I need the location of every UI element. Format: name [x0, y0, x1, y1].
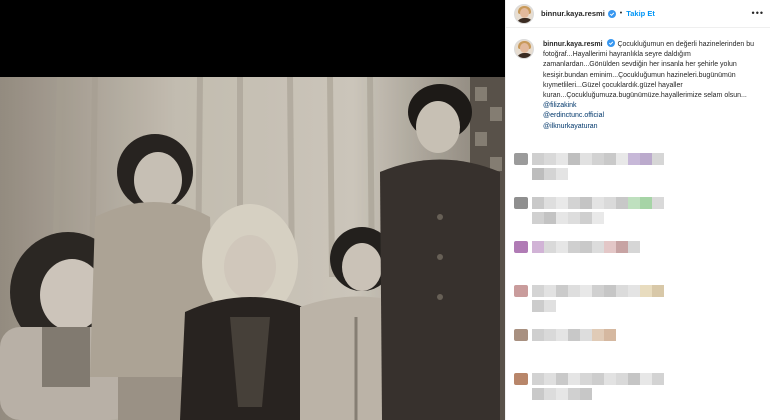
caption-author-avatar[interactable]	[514, 39, 534, 59]
caption-verified-badge-icon	[607, 39, 616, 47]
verified-badge-icon	[607, 9, 616, 18]
caption-username[interactable]: binnur.kaya.resmi	[543, 41, 603, 48]
comment-text-pixelated	[532, 150, 664, 180]
post-photo	[0, 77, 505, 420]
comment-item	[506, 282, 770, 326]
mention-link[interactable]: @erdinctunc.official	[543, 111, 762, 121]
mention-link[interactable]: @filizakink	[543, 101, 762, 111]
comment-avatar[interactable]	[514, 241, 528, 253]
comment-item	[506, 238, 770, 282]
caption-text: Çocukluğumun en değerli hazinelerinden b…	[543, 41, 755, 100]
comment-text-pixelated	[532, 282, 664, 312]
post-caption: binnur.kaya.resmi Çocukluğumun en değerl…	[506, 28, 770, 132]
comment-item	[506, 326, 770, 370]
comment-text-pixelated	[532, 326, 616, 341]
caption-body: binnur.kaya.resmi Çocukluğumun en değerl…	[543, 39, 762, 132]
author-avatar[interactable]	[514, 3, 534, 24]
post-media[interactable]	[0, 0, 505, 420]
comment-item	[506, 194, 770, 238]
family-photo-illustration	[0, 77, 505, 420]
comment-avatar[interactable]	[514, 329, 528, 341]
comment-avatar[interactable]	[514, 285, 528, 297]
comment-text-pixelated	[532, 194, 664, 224]
header-separator: •	[619, 10, 623, 17]
mention-link[interactable]: @ilknurkayaturan	[543, 122, 762, 132]
comment-avatar[interactable]	[514, 153, 528, 165]
post-header: binnur.kaya.resmi • Takip Et •••	[506, 0, 770, 28]
comment-text-pixelated	[532, 370, 664, 400]
author-username[interactable]: binnur.kaya.resmi	[541, 9, 605, 18]
comment-item	[506, 370, 770, 414]
follow-button[interactable]: Takip Et	[626, 9, 655, 18]
comment-avatar[interactable]	[514, 373, 528, 385]
more-options-icon[interactable]: •••	[752, 8, 764, 18]
comments-list	[506, 150, 770, 414]
post-sidebar: binnur.kaya.resmi • Takip Et ••• binnur.…	[505, 0, 770, 420]
comment-item	[506, 150, 770, 194]
comment-avatar[interactable]	[514, 197, 528, 209]
comment-text-pixelated	[532, 238, 640, 253]
